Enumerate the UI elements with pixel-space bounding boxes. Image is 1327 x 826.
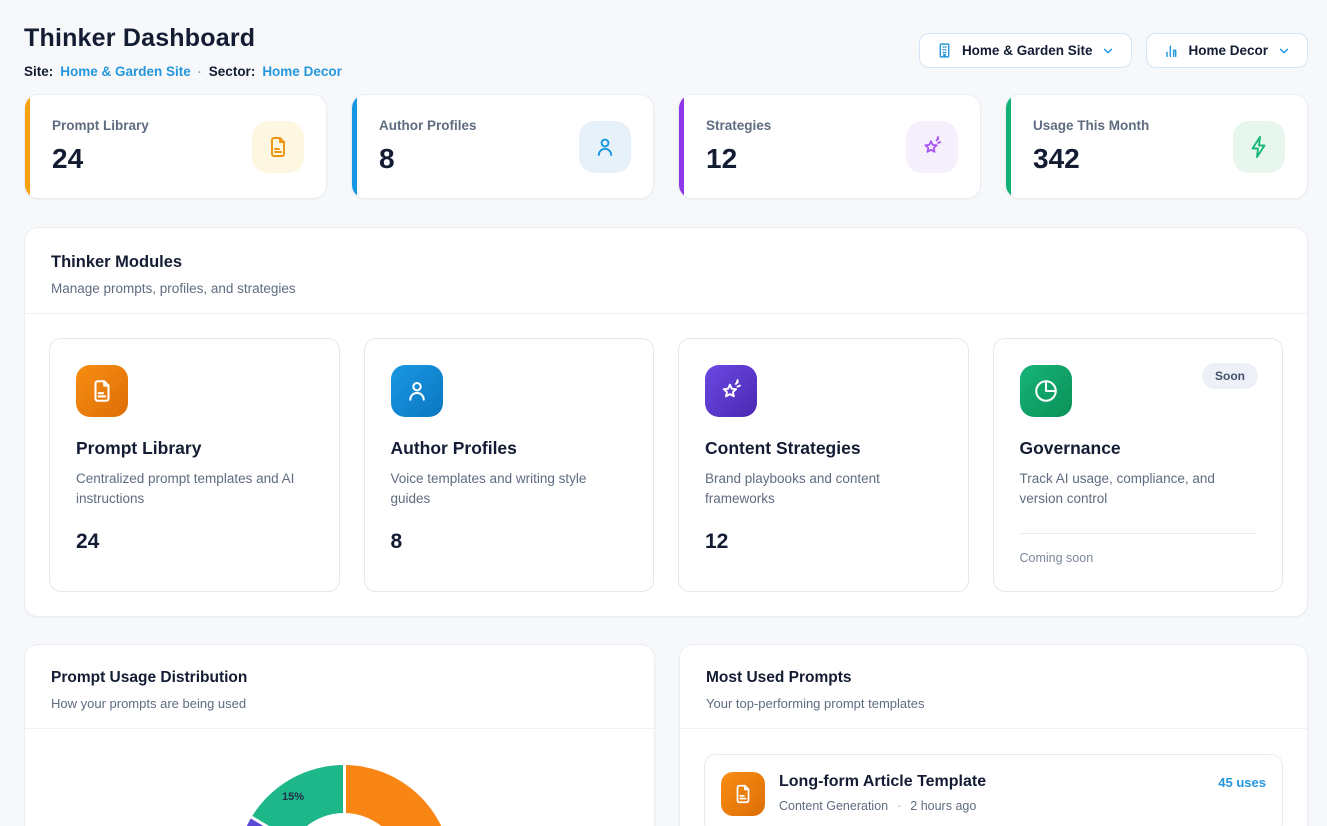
stat-label: Strategies — [706, 118, 771, 133]
usage-chart-area: 15% — [25, 729, 654, 826]
stat-label: Author Profiles — [379, 118, 477, 133]
prompt-list-item[interactable]: Long-form Article Template Content Gener… — [704, 754, 1283, 826]
module-count: 8 — [391, 530, 628, 554]
usage-distribution-panel: Prompt Usage Distribution How your promp… — [24, 644, 655, 826]
breadcrumb-dot: · — [198, 65, 202, 79]
modules-panel-header: Thinker Modules Manage prompts, profiles… — [25, 228, 1307, 313]
stat-label: Prompt Library — [52, 118, 149, 133]
most-used-prompts-panel: Most Used Prompts Your top-performing pr… — [679, 644, 1308, 826]
pie-chart-icon — [1020, 365, 1072, 417]
module-title: Governance — [1020, 438, 1257, 459]
module-card-prompt-library[interactable]: Prompt Library Centralized prompt templa… — [49, 338, 340, 592]
prompt-time: 2 hours ago — [910, 799, 976, 813]
star-sparkle-icon — [906, 121, 958, 173]
usage-panel-title: Prompt Usage Distribution — [51, 669, 628, 687]
prompt-meta: Content Generation · 2 hours ago — [779, 799, 1204, 813]
stat-card-usage[interactable]: Usage This Month 342 — [1005, 94, 1308, 199]
chevron-down-icon — [1277, 44, 1291, 58]
stat-value: 12 — [706, 143, 771, 175]
module-footnote: Coming soon — [1020, 551, 1257, 565]
bolt-icon — [1233, 121, 1285, 173]
module-count: 24 — [76, 530, 313, 554]
site-label: Site: — [24, 64, 53, 79]
bar-chart-icon — [1163, 43, 1179, 59]
user-icon — [391, 365, 443, 417]
site-selector-label: Home & Garden Site — [962, 43, 1093, 58]
star-sparkle-icon — [705, 365, 757, 417]
chevron-down-icon — [1101, 44, 1115, 58]
building-icon — [936, 42, 953, 59]
stat-card-author-profiles[interactable]: Author Profiles 8 — [351, 94, 654, 199]
stat-card-strategies[interactable]: Strategies 12 — [678, 94, 981, 199]
soon-badge: Soon — [1202, 363, 1258, 389]
modules-grid: Prompt Library Centralized prompt templa… — [25, 314, 1307, 616]
module-title: Author Profiles — [391, 438, 628, 459]
usage-donut: 15% — [236, 765, 452, 826]
accent-bar — [25, 95, 30, 198]
prompts-panel-subtitle: Your top-performing prompt templates — [706, 696, 1281, 711]
stat-label: Usage This Month — [1033, 118, 1149, 133]
slice-label-green: 15% — [282, 791, 304, 803]
prompts-panel-header: Most Used Prompts Your top-performing pr… — [680, 645, 1307, 728]
module-card-content-strategies[interactable]: Content Strategies Brand playbooks and c… — [678, 338, 969, 592]
stat-value: 24 — [52, 143, 149, 175]
stat-value: 8 — [379, 143, 477, 175]
module-description: Track AI usage, compliance, and version … — [1020, 469, 1257, 510]
module-description: Centralized prompt templates and AI inst… — [76, 469, 313, 510]
page-title: Thinker Dashboard — [24, 24, 342, 53]
usage-panel-subtitle: How your prompts are being used — [51, 696, 628, 711]
site-link[interactable]: Home & Garden Site — [60, 64, 191, 79]
donut-hole — [284, 813, 404, 826]
stat-cards-row: Prompt Library 24 Author Profiles 8 — [24, 94, 1308, 199]
sector-link[interactable]: Home Decor — [262, 64, 342, 79]
user-icon — [579, 121, 631, 173]
page-header: Thinker Dashboard Site: Home & Garden Si… — [24, 0, 1308, 79]
accent-bar — [352, 95, 357, 198]
module-count: 12 — [705, 530, 942, 554]
breadcrumb: Site: Home & Garden Site · Sector: Home … — [24, 64, 342, 79]
module-title: Prompt Library — [76, 438, 313, 459]
accent-bar — [679, 95, 684, 198]
site-selector-button[interactable]: Home & Garden Site — [919, 33, 1133, 68]
thinker-modules-panel: Thinker Modules Manage prompts, profiles… — [24, 227, 1308, 617]
module-description: Brand playbooks and content frameworks — [705, 469, 942, 510]
sector-label: Sector: — [209, 64, 256, 79]
modules-panel-title: Thinker Modules — [51, 253, 1281, 272]
module-description: Voice templates and writing style guides — [391, 469, 628, 510]
module-card-author-profiles[interactable]: Author Profiles Voice templates and writ… — [364, 338, 655, 592]
dashboard-page: Thinker Dashboard Site: Home & Garden Si… — [24, 0, 1308, 826]
prompts-panel-title: Most Used Prompts — [706, 669, 1281, 687]
header-left: Thinker Dashboard Site: Home & Garden Si… — [24, 24, 342, 79]
stat-value: 342 — [1033, 143, 1149, 175]
modules-panel-subtitle: Manage prompts, profiles, and strategies — [51, 281, 1281, 296]
meta-dot: · — [897, 799, 901, 813]
sector-selector-button[interactable]: Home Decor — [1146, 33, 1308, 68]
usage-panel-header: Prompt Usage Distribution How your promp… — [25, 645, 654, 728]
header-selectors: Home & Garden Site Home Decor — [919, 33, 1308, 68]
stat-card-prompt-library[interactable]: Prompt Library 24 — [24, 94, 327, 199]
module-title: Content Strategies — [705, 438, 942, 459]
accent-bar — [1006, 95, 1011, 198]
document-icon — [252, 121, 304, 173]
sector-selector-label: Home Decor — [1188, 43, 1268, 58]
prompt-uses-badge: 45 uses — [1218, 775, 1266, 790]
prompt-title: Long-form Article Template — [779, 773, 1204, 791]
prompt-list: Long-form Article Template Content Gener… — [680, 729, 1307, 826]
document-icon — [721, 772, 765, 816]
document-icon — [76, 365, 128, 417]
prompt-category: Content Generation — [779, 799, 888, 813]
module-card-governance[interactable]: Soon Governance Track AI usage, complian… — [993, 338, 1284, 592]
divider — [1020, 533, 1257, 534]
bottom-row: Prompt Usage Distribution How your promp… — [24, 644, 1308, 826]
